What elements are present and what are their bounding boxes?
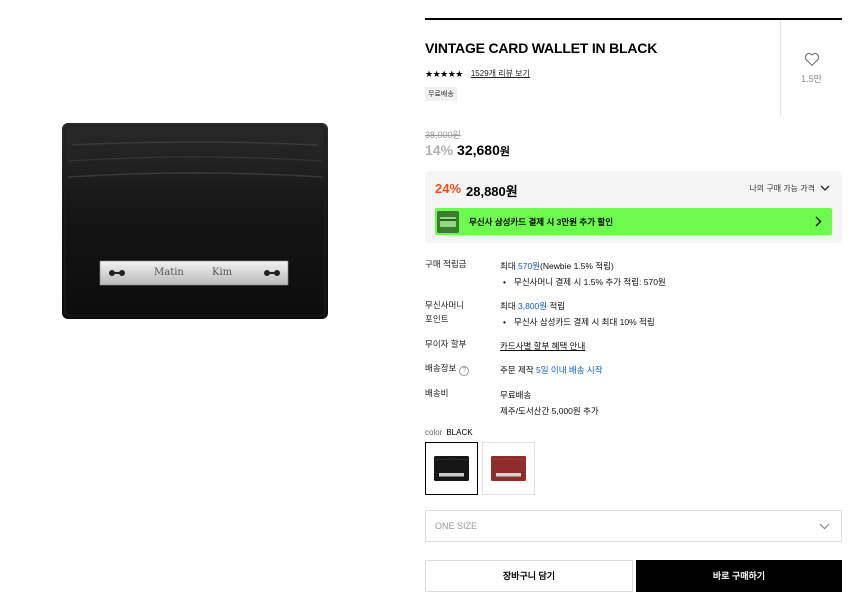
chevron-down-icon — [820, 185, 830, 191]
chevron-right-icon — [815, 216, 822, 227]
sale-price-unit: 원 — [499, 146, 510, 158]
size-select-placeholder: ONE SIZE — [435, 521, 478, 531]
sale-price-value: 32,680 — [457, 142, 500, 158]
delivery-highlight: 5일 이내 배송 시작 — [536, 365, 603, 375]
musinsa-point-bullet: 무신사 삼성카드 결제 시 최대 10% 적립 — [500, 314, 840, 330]
color-swatch-black[interactable] — [425, 442, 478, 495]
heart-icon — [804, 52, 819, 66]
product-image-area: Matin Kim — [0, 0, 400, 608]
color-label-text: color — [425, 428, 443, 437]
question-icon[interactable]: ? — [459, 366, 470, 376]
color-swatch-red[interactable] — [482, 442, 535, 495]
chevron-down-icon — [819, 523, 830, 530]
plate-text-2: Kim — [212, 267, 233, 278]
delivery-value: 주문 제작 5일 이내 배송 시작 — [500, 362, 840, 378]
color-option-label: color BLACK — [425, 428, 473, 437]
musinsa-point-label: 무신사머니 포인트 — [425, 298, 495, 326]
musinsa-point-suffix: 적립 — [547, 301, 566, 311]
musinsa-point-value: 최대 3,800원 적립 무신사 삼성카드 결제 시 최대 10% 적립 — [500, 298, 840, 330]
title-block: VINTAGE CARD WALLET IN BLACK ★★★★★ 1529개… — [425, 20, 842, 116]
my-price-toggle-label: 나의 구매 가능 가격 — [749, 184, 815, 193]
musinsa-point-amount: 3,800원 — [518, 301, 548, 311]
musinsa-point-label-1: 무신사머니 — [425, 300, 465, 310]
product-image-wallet: Matin Kim — [62, 123, 328, 319]
samsung-card-banner[interactable]: 무신사 삼성카드 결제 시 3만원 추가 할인 — [435, 208, 832, 235]
size-select[interactable]: ONE SIZE — [425, 510, 842, 542]
shipping-fee-line-2: 제주/도서산간 5,000원 추가 — [500, 406, 599, 416]
product-title: VINTAGE CARD WALLET IN BLACK — [425, 40, 658, 56]
delivery-prefix: 주문 제작 — [500, 365, 537, 375]
rating-stars: ★★★★★ — [425, 68, 463, 79]
my-price-toggle[interactable]: 나의 구매 가능 가격 — [749, 183, 830, 194]
rating-row: ★★★★★ 1529개 리뷰 보기 — [425, 68, 530, 79]
original-price: 38,000원 — [425, 130, 461, 140]
card-promo-icon — [437, 210, 459, 233]
like-count: 1.5만 — [801, 74, 822, 84]
buy-now-button[interactable]: 바로 구매하기 — [636, 560, 842, 592]
points-amount: 570원 — [518, 261, 541, 271]
delivery-label: 배송정보? — [425, 362, 495, 376]
points-value: 최대 570원(Newbie 1.5% 적립) 무신사머니 결제 시 1.5% … — [500, 258, 840, 290]
red-wallet-thumbnail — [491, 456, 526, 481]
points-bullet: 무신사머니 결제 시 1.5% 추가 적립: 570원 — [500, 274, 840, 290]
my-discount-rate: 24% — [435, 181, 462, 196]
banner-text: 무신사 삼성카드 결제 시 3만원 추가 할인 — [469, 216, 614, 227]
black-wallet-thumbnail — [434, 456, 469, 481]
points-prefix: 최대 — [500, 261, 519, 271]
my-price-box: 24% 28,880원 나의 구매 가능 가격 무신사 삼성카드 결제 시 3만… — [425, 171, 842, 243]
installment-label: 무이자 할부 — [425, 339, 467, 349]
price-row: 14% 32,680원 — [425, 142, 510, 159]
reviews-link[interactable]: 1529개 리뷰 보기 — [471, 68, 530, 79]
plate-text-1: Matin — [154, 267, 184, 278]
shipping-fee-line-1: 무료배송 — [500, 390, 532, 400]
free-shipping-badge: 무료배송 — [425, 87, 457, 101]
shipping-fee-label: 배송비 — [425, 388, 449, 398]
like-button[interactable]: 1.5만 — [781, 50, 842, 85]
discount-rate: 14% — [425, 142, 454, 158]
points-label: 구매 적립금 — [425, 259, 467, 269]
points-suffix: (Newbie 1.5% 적립) — [540, 261, 614, 271]
musinsa-point-prefix: 최대 — [500, 301, 519, 311]
musinsa-point-label-2: 포인트 — [425, 314, 449, 324]
add-to-cart-button[interactable]: 장바구니 담기 — [425, 560, 633, 592]
color-selected-value: BLACK — [446, 428, 473, 437]
my-price: 28,880원 — [466, 184, 518, 199]
installment-link[interactable]: 카드사별 할부 혜택 안내 — [500, 338, 585, 354]
delivery-label-text: 배송정보 — [425, 363, 457, 373]
shipping-fee-value: 무료배송 제주/도서산간 5,000원 추가 — [500, 387, 840, 419]
sale-price: 32,680원 — [457, 142, 510, 159]
